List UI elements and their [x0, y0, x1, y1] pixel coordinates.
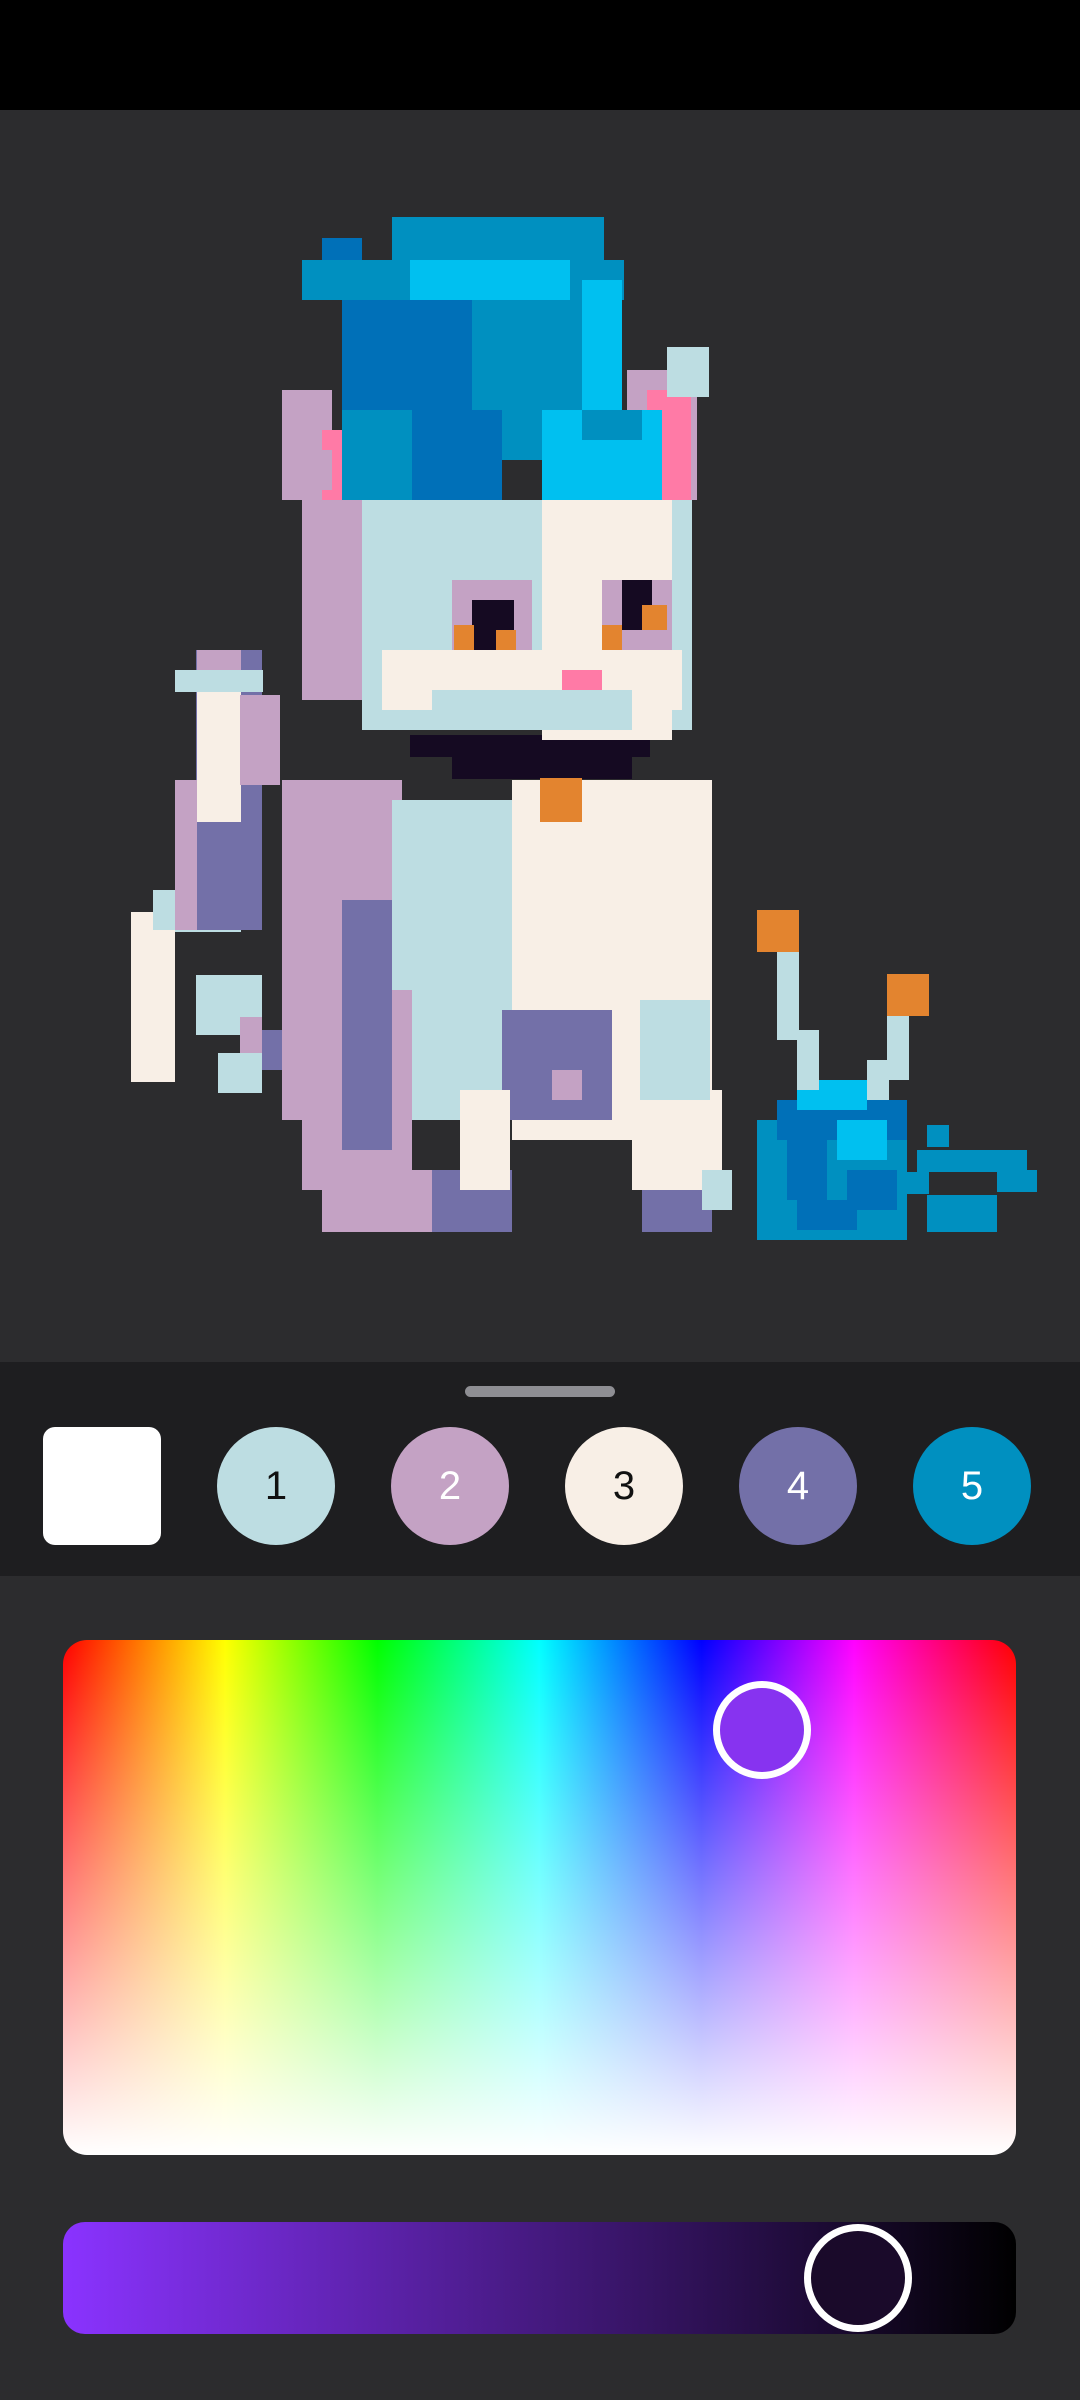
- swatch-1[interactable]: 1: [217, 1427, 335, 1545]
- pixel-art-cat[interactable]: [0, 110, 1080, 1362]
- palette-bar: 1 2 3 4 5: [0, 1362, 1080, 1576]
- swatch-5[interactable]: 5: [913, 1427, 1031, 1545]
- hue-saturation-picker[interactable]: [63, 1640, 1016, 2155]
- brightness-slider-handle[interactable]: [804, 2224, 912, 2332]
- swatch-custom[interactable]: [43, 1427, 161, 1545]
- swatch-3[interactable]: 3: [565, 1427, 683, 1545]
- drag-handle[interactable]: [465, 1386, 615, 1397]
- swatch-2[interactable]: 2: [391, 1427, 509, 1545]
- brightness-slider[interactable]: [63, 2222, 1016, 2334]
- drawing-canvas[interactable]: [0, 110, 1080, 1362]
- swatch-4[interactable]: 4: [739, 1427, 857, 1545]
- status-bar: [0, 0, 1080, 110]
- color-picker: [0, 1576, 1080, 2400]
- hue-selector-handle[interactable]: [713, 1681, 811, 1779]
